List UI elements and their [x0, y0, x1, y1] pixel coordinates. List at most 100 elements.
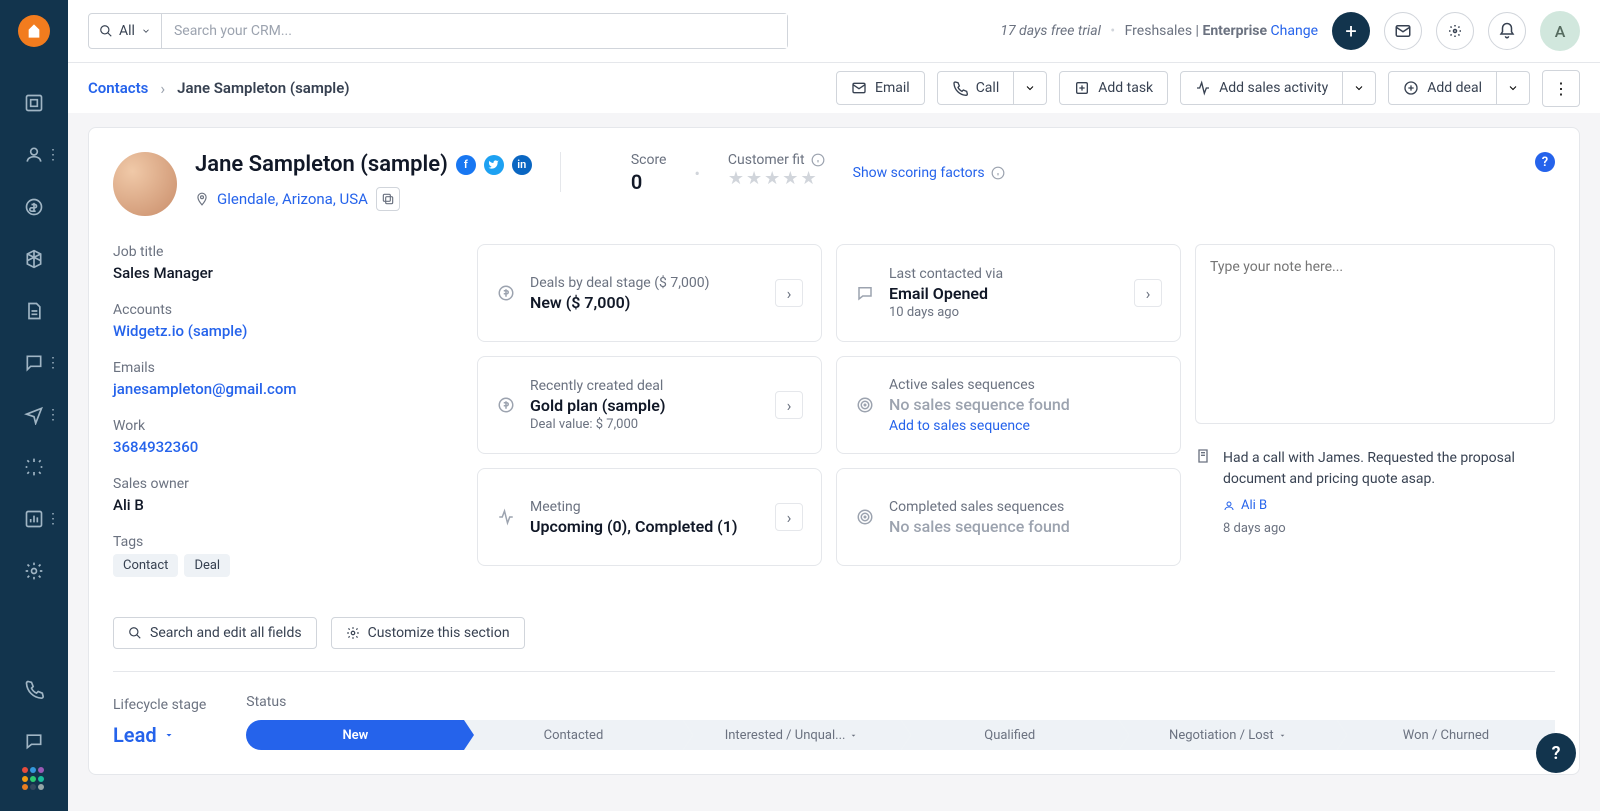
- facebook-icon[interactable]: f: [456, 155, 476, 175]
- note-item: Had a call with James. Requested the pro…: [1195, 448, 1555, 536]
- search-edit-fields-button[interactable]: Search and edit all fields: [113, 617, 317, 649]
- chevron-right-icon[interactable]: ›: [775, 279, 803, 307]
- stage-negotiation[interactable]: Negotiation / Lost: [1119, 720, 1337, 750]
- nav-phone-icon[interactable]: [16, 671, 52, 707]
- copy-location-button[interactable]: [376, 187, 400, 211]
- app-logo[interactable]: [18, 15, 50, 47]
- product-name: Freshsales: [1125, 23, 1192, 39]
- more-actions-button[interactable]: ⋮: [1542, 70, 1580, 107]
- call-button[interactable]: Call: [937, 71, 1015, 105]
- add-sequence-link[interactable]: Add to sales sequence: [889, 418, 1030, 434]
- breadcrumb-current: Jane Sampleton (sample): [177, 79, 349, 97]
- app-switcher-icon[interactable]: [22, 767, 46, 791]
- nav-deals-icon[interactable]: [16, 189, 52, 225]
- breadcrumb-root[interactable]: Contacts: [88, 79, 148, 97]
- nav-documents-icon[interactable]: [16, 293, 52, 329]
- chevron-right-icon[interactable]: ›: [775, 503, 803, 531]
- stage-new[interactable]: New: [246, 720, 464, 750]
- contact-avatar: [113, 152, 177, 216]
- linkedin-icon[interactable]: in: [512, 155, 532, 175]
- chevron-right-icon[interactable]: ›: [775, 391, 803, 419]
- search-group: All: [88, 13, 788, 49]
- scoring-factors-link[interactable]: Show scoring factors: [853, 152, 1005, 194]
- accounts-label: Accounts: [113, 302, 463, 318]
- call-dropdown[interactable]: [1014, 71, 1047, 105]
- completed-sequences-card: Completed sales sequencesNo sales sequen…: [836, 468, 1181, 566]
- meeting-card[interactable]: MeetingUpcoming (0), Completed (1) ›: [477, 468, 822, 566]
- topbar: All 17 days free trial • Freshsales | En…: [68, 0, 1600, 63]
- stage-interested[interactable]: Interested / Unqual...: [683, 720, 901, 750]
- nav-activity-icon[interactable]: [16, 449, 52, 485]
- trial-days: 17 days free trial: [1000, 23, 1101, 39]
- nav-products-icon[interactable]: [16, 241, 52, 277]
- nav-dashboard-icon[interactable]: [16, 85, 52, 121]
- owner-label: Sales owner: [113, 476, 463, 492]
- location-link[interactable]: Glendale, Arizona, USA: [217, 190, 368, 208]
- fit-stars: ★★★★★: [728, 168, 825, 189]
- recent-deal-card[interactable]: Recently created dealGold plan (sample)D…: [477, 356, 822, 454]
- search-input[interactable]: [162, 14, 787, 48]
- note-text: Had a call with James. Requested the pro…: [1223, 448, 1555, 490]
- target-icon: [855, 396, 875, 414]
- floating-help-button[interactable]: ?: [1536, 733, 1576, 773]
- mail-icon[interactable]: [1384, 12, 1422, 50]
- fit-label: Customer fit: [728, 152, 805, 168]
- owner-value: Ali B: [113, 496, 463, 514]
- add-activity-button[interactable]: Add sales activity: [1180, 71, 1343, 105]
- tags-label: Tags: [113, 534, 463, 550]
- search-scope-dropdown[interactable]: All: [89, 14, 162, 48]
- announcements-icon[interactable]: [1436, 12, 1474, 50]
- add-deal-dropdown[interactable]: [1497, 71, 1530, 105]
- trial-info: 17 days free trial • Freshsales | Enterp…: [1000, 23, 1318, 39]
- nav-chat-icon[interactable]: ⋮: [16, 345, 52, 381]
- dollar-icon: [496, 284, 516, 302]
- note-author[interactable]: Ali B: [1241, 498, 1267, 513]
- help-icon[interactable]: ?: [1535, 152, 1555, 172]
- quick-add-button[interactable]: +: [1332, 12, 1370, 50]
- chevron-right-icon[interactable]: ›: [1134, 279, 1162, 307]
- info-icon: [991, 166, 1005, 180]
- stage-contacted[interactable]: Contacted: [464, 720, 682, 750]
- contact-name: Jane Sampleton (sample): [195, 152, 448, 177]
- lifecycle-stage-dropdown[interactable]: Lead: [113, 723, 206, 747]
- chevron-right-icon: ›: [160, 79, 165, 98]
- work-label: Work: [113, 418, 463, 434]
- location-icon: [195, 192, 209, 206]
- nav-campaigns-icon[interactable]: ⋮: [16, 397, 52, 433]
- email-button[interactable]: Email: [836, 71, 925, 105]
- change-plan-link[interactable]: Change: [1271, 23, 1318, 39]
- status-label: Status: [246, 694, 1555, 710]
- target-icon: [855, 508, 875, 526]
- nav-settings-icon[interactable]: [16, 553, 52, 589]
- note-input[interactable]: [1195, 244, 1555, 424]
- nav-reports-icon[interactable]: ⋮: [16, 501, 52, 537]
- nav-contacts-icon[interactable]: ⋮: [16, 137, 52, 173]
- note-icon: [1195, 448, 1211, 536]
- info-icon[interactable]: [811, 153, 825, 167]
- tag-contact[interactable]: Contact: [113, 554, 178, 577]
- status-pipeline: New Contacted Interested / Unqual... Qua…: [246, 720, 1555, 750]
- active-sequences-card: Active sales sequencesNo sales sequence …: [836, 356, 1181, 454]
- last-contacted-card[interactable]: Last contacted viaEmail Opened10 days ag…: [836, 244, 1181, 342]
- twitter-icon[interactable]: [484, 155, 504, 175]
- emails-value[interactable]: janesampleton@gmail.com: [113, 380, 463, 398]
- job-title-value: Sales Manager: [113, 264, 463, 282]
- add-activity-dropdown[interactable]: [1343, 71, 1376, 105]
- breadcrumb-bar: Contacts › Jane Sampleton (sample) Email…: [68, 63, 1600, 113]
- chat-icon: [855, 284, 875, 302]
- work-value[interactable]: 3684932360: [113, 438, 463, 456]
- user-avatar[interactable]: A: [1540, 11, 1580, 51]
- deals-card[interactable]: Deals by deal stage ($ 7,000)New ($ 7,00…: [477, 244, 822, 342]
- stage-won[interactable]: Won / Churned: [1337, 720, 1555, 750]
- stage-qualified[interactable]: Qualified: [901, 720, 1119, 750]
- notifications-icon[interactable]: [1488, 12, 1526, 50]
- add-task-button[interactable]: Add task: [1059, 71, 1168, 105]
- add-deal-button[interactable]: Add deal: [1388, 71, 1497, 105]
- nav-message-icon[interactable]: [16, 723, 52, 759]
- tag-deal[interactable]: Deal: [184, 554, 230, 577]
- emails-label: Emails: [113, 360, 463, 376]
- score-value: 0: [631, 170, 667, 194]
- customize-section-button[interactable]: Customize this section: [331, 617, 525, 649]
- plan-name: Enterprise: [1202, 23, 1267, 39]
- accounts-value[interactable]: Widgetz.io (sample): [113, 322, 463, 340]
